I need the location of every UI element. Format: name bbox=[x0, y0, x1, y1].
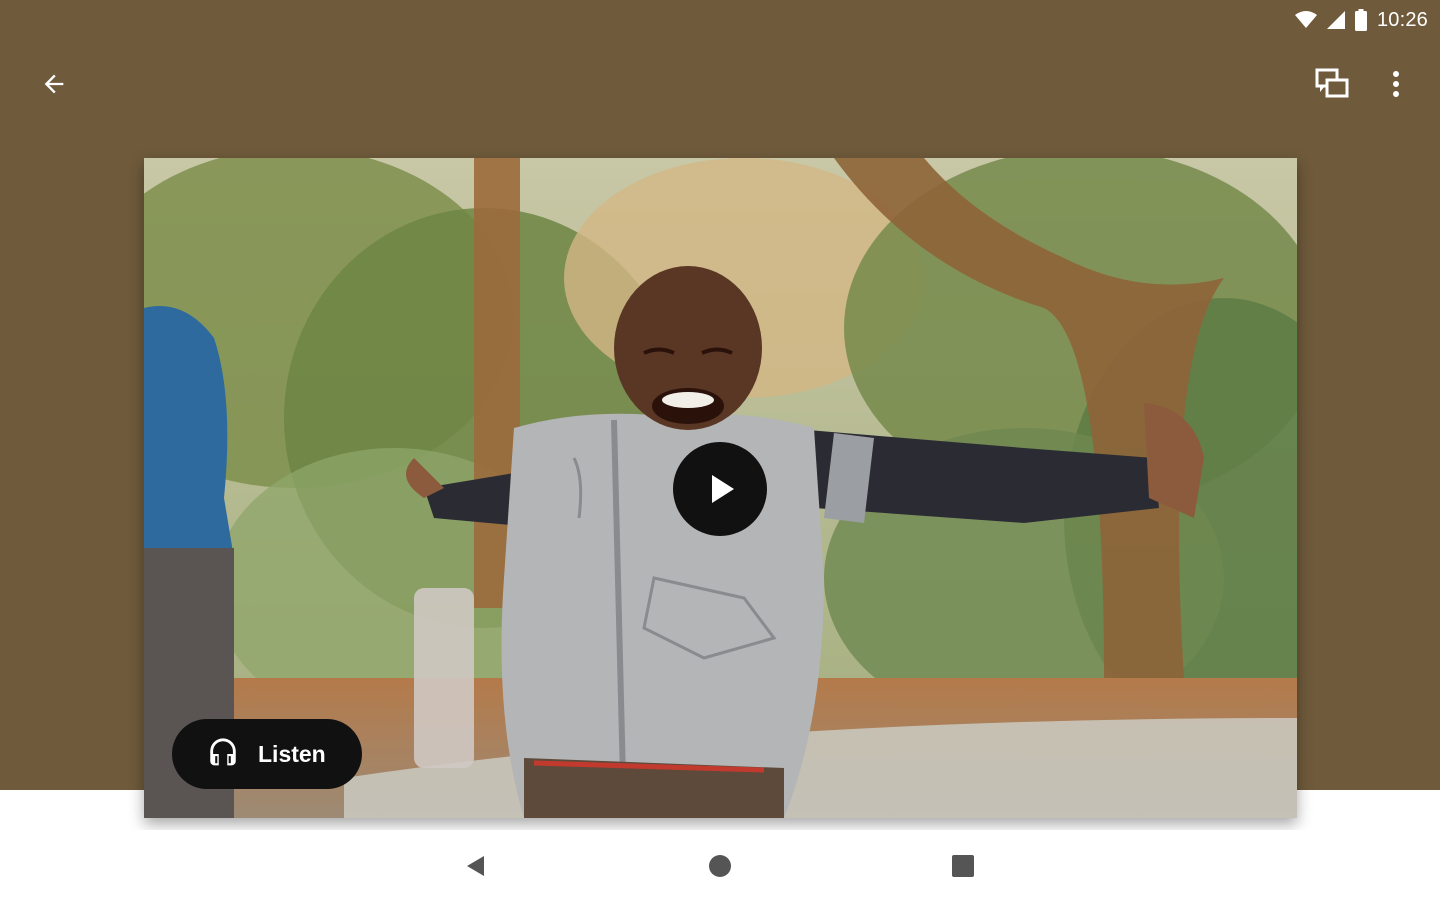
nav-back-button[interactable] bbox=[452, 842, 500, 890]
play-icon bbox=[712, 475, 734, 503]
media-card[interactable]: Listen bbox=[144, 158, 1297, 818]
system-nav-bar bbox=[0, 830, 1440, 900]
status-bar: 10:26 bbox=[1208, 0, 1440, 40]
nav-back-icon bbox=[467, 856, 484, 876]
more-options-button[interactable] bbox=[1372, 60, 1420, 108]
wifi-icon bbox=[1294, 11, 1317, 29]
status-time: 10:26 bbox=[1376, 8, 1428, 31]
cast-screens-button[interactable] bbox=[1308, 60, 1356, 108]
play-button[interactable] bbox=[673, 442, 767, 536]
battery-icon bbox=[1354, 9, 1367, 31]
app-screen: 10:26 Listen bbox=[0, 0, 1440, 900]
arrow-back-icon bbox=[44, 74, 64, 94]
nav-recents-button[interactable] bbox=[939, 842, 987, 890]
nav-home-icon bbox=[709, 855, 731, 877]
cellular-signal-icon bbox=[1326, 11, 1345, 29]
cast-screens-icon bbox=[1315, 68, 1349, 98]
more-vert-icon bbox=[1393, 71, 1399, 97]
back-button[interactable] bbox=[30, 60, 78, 108]
nav-recents-icon bbox=[952, 855, 974, 877]
listen-button[interactable]: Listen bbox=[172, 719, 362, 789]
headphones-icon bbox=[210, 738, 236, 766]
listen-label: Listen bbox=[258, 740, 326, 767]
nav-home-button[interactable] bbox=[696, 842, 744, 890]
